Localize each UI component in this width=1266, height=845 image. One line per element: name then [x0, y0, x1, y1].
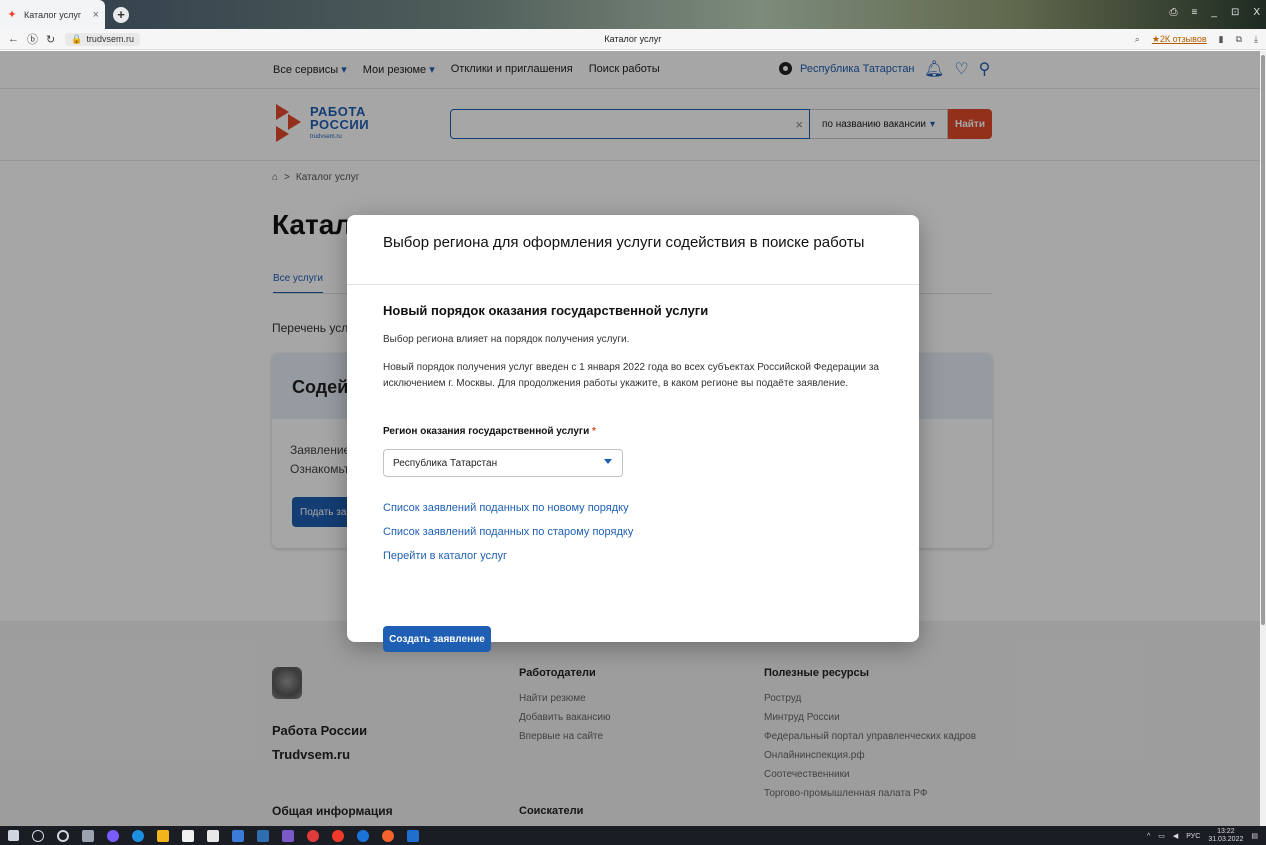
download-icon[interactable]: ⤓: [1254, 34, 1258, 45]
app-icon[interactable]: [407, 829, 419, 842]
region-field-label: Регион оказания государственной услуги *: [383, 426, 596, 437]
yandex-icon[interactable]: ⓑ: [27, 31, 38, 47]
yandex-icon[interactable]: [332, 829, 344, 842]
store-icon[interactable]: [182, 829, 194, 842]
page-title-in-addressbar: Каталог услуг: [604, 34, 662, 44]
yandex-browser-icon[interactable]: [307, 829, 319, 842]
new-tab-button[interactable]: +: [113, 6, 129, 23]
app-icon[interactable]: [257, 829, 269, 842]
input-language[interactable]: РУС: [1186, 833, 1200, 840]
clock-date: 31.03.2022: [1208, 836, 1244, 843]
scrollbar-thumb[interactable]: [1261, 55, 1265, 625]
required-mark: *: [592, 426, 596, 437]
notifications-icon[interactable]: ▤: [1251, 832, 1258, 840]
maximize-button[interactable]: ⊡: [1231, 7, 1239, 18]
windows-taskbar: ^ ▭ ◀︎ РУС 13:22 31.03.2022 ▤: [0, 826, 1266, 845]
address-bar-actions: ⌕ ★2К отзывов ▮ ⧉ ⤓: [1135, 34, 1258, 45]
region-select-value: Республика Татарстан: [393, 457, 498, 469]
link-old-order-applications[interactable]: Список заявлений поданных по старому пор…: [383, 526, 633, 538]
region-field-label-text: Регион оказания государственной услуги: [383, 426, 590, 437]
site-favicon-icon: ✦: [7, 8, 17, 21]
reviews-link[interactable]: ★2К отзывов: [1152, 34, 1207, 45]
internet-explorer-icon[interactable]: [357, 829, 369, 842]
network-icon[interactable]: ▭: [1158, 832, 1165, 840]
lock-icon: 🔒: [71, 33, 83, 44]
clock-time: 13:22: [1217, 828, 1235, 835]
app-icon[interactable]: [382, 829, 394, 842]
url-text: trudvsem.ru: [86, 34, 134, 44]
file-explorer-icon[interactable]: [157, 829, 169, 842]
volume-icon[interactable]: ◀︎: [1173, 832, 1178, 840]
browser-tab[interactable]: ✦ Каталог услуг ×: [0, 0, 105, 29]
window-control-0[interactable]: ⎙: [1170, 7, 1178, 18]
extensions-icon[interactable]: ⧉: [1236, 34, 1242, 45]
close-tab-icon[interactable]: ×: [93, 9, 99, 21]
edge-icon[interactable]: [132, 829, 144, 842]
modal-paragraph-1: Выбор региона влияет на порядок получени…: [383, 334, 630, 345]
modal-divider: [347, 284, 919, 285]
start-icon[interactable]: [8, 830, 19, 841]
back-icon[interactable]: ←: [8, 33, 19, 45]
task-view-icon[interactable]: [82, 829, 94, 842]
region-select[interactable]: Республика Татарстан: [383, 449, 623, 477]
modal-title: Выбор региона для оформления услуги соде…: [383, 234, 865, 251]
web-page: Все сервисы Мои резюме Отклики и приглаш…: [0, 51, 1260, 826]
browser-tab-title: Каталог услуг: [24, 9, 82, 20]
address-field[interactable]: 🔒 trudvsem.ru: [65, 32, 140, 46]
address-bar-row: ← ⓑ ↻ 🔒 trudvsem.ru Каталог услуг ⌕ ★2К …: [0, 29, 1266, 50]
app-icon[interactable]: [282, 829, 294, 842]
app-icon[interactable]: [107, 829, 119, 842]
system-tray: ^ ▭ ◀︎ РУС 13:22 31.03.2022 ▤: [1147, 828, 1258, 844]
window-control-1[interactable]: ≡: [1192, 7, 1198, 18]
search-icon[interactable]: ⌕: [1135, 34, 1140, 45]
cortana-icon[interactable]: [57, 829, 69, 842]
link-service-catalog[interactable]: Перейти в каталог услуг: [383, 550, 507, 562]
reload-icon[interactable]: ↻: [46, 33, 55, 46]
modal-paragraph-2: Новый порядок получения услуг введен с 1…: [383, 362, 879, 389]
tray-chevron-icon[interactable]: ^: [1147, 833, 1150, 840]
close-window-button[interactable]: X: [1253, 7, 1260, 18]
bookmark-icon[interactable]: ▮: [1219, 34, 1224, 45]
page-scrollbar[interactable]: [1260, 51, 1266, 826]
minimize-button[interactable]: _: [1211, 7, 1217, 18]
window-controls: ⎙ ≡ _ ⊡ X: [1170, 7, 1260, 18]
clock[interactable]: 13:22 31.03.2022: [1208, 828, 1243, 844]
mail-icon[interactable]: [207, 829, 219, 842]
app-icon[interactable]: [232, 829, 244, 842]
modal-subtitle: Новый порядок оказания государственной у…: [383, 303, 709, 318]
region-selection-modal: Выбор региона для оформления услуги соде…: [347, 215, 919, 652]
search-icon[interactable]: [32, 829, 44, 842]
link-new-order-applications[interactable]: Список заявлений поданных по новому поря…: [383, 502, 629, 514]
create-application-button[interactable]: Создать заявление: [383, 626, 491, 652]
browser-tab-strip: ✦ Каталог услуг × + ⎙ ≡ _ ⊡ X: [0, 0, 1266, 29]
chevron-down-icon: [604, 459, 612, 464]
